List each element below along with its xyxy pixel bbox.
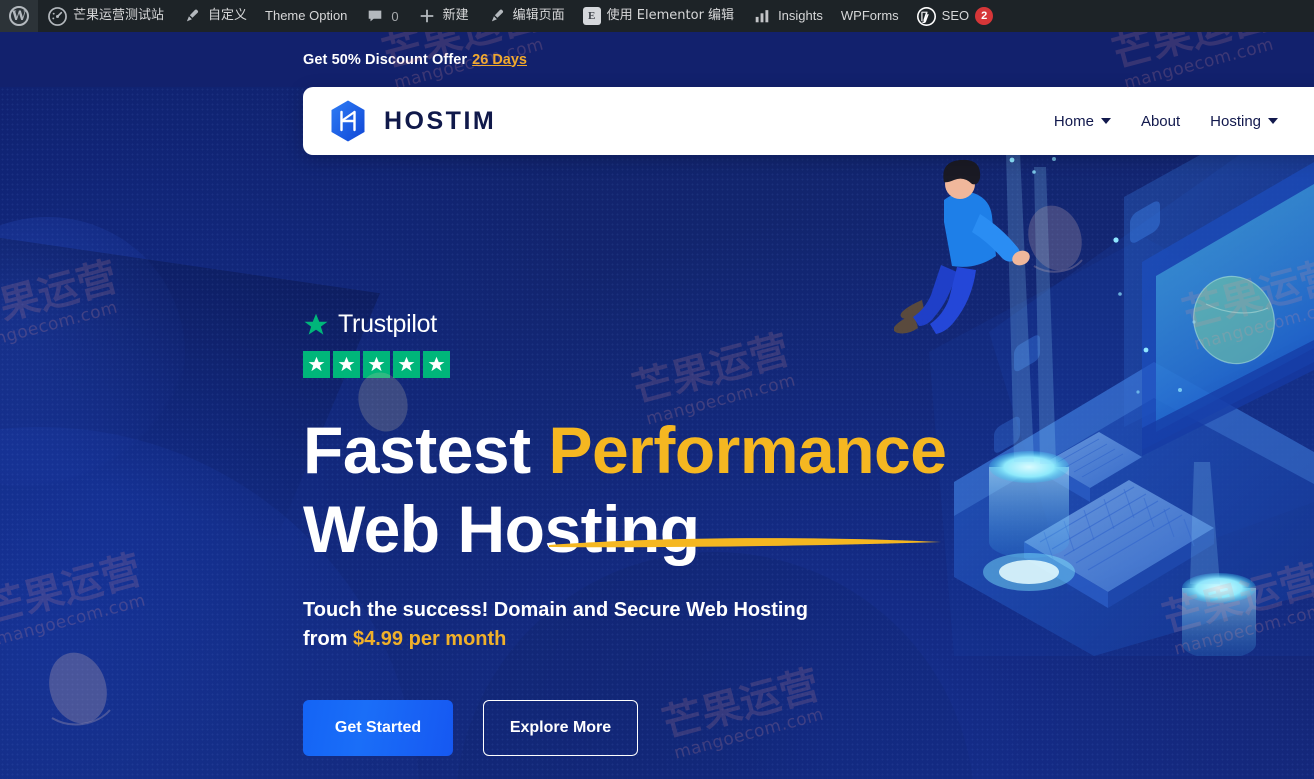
headline-highlight: Performance xyxy=(548,411,947,548)
rating-star-icon xyxy=(303,351,330,378)
pencil-icon xyxy=(487,6,507,26)
nav-item-hosting[interactable]: Hosting xyxy=(1210,113,1278,130)
hero-cta-row: Get Started Explore More xyxy=(303,700,983,757)
hero-subtitle: Touch the success! Domain and Secure Web… xyxy=(303,596,983,654)
admin-bar-item-new[interactable]: 新建 xyxy=(408,0,478,32)
hero-subtitle-line-1: Touch the success! Domain and Secure Web… xyxy=(303,599,808,622)
admin-bar-insights-label: Insights xyxy=(778,8,823,23)
hero-subtitle-prefix: from xyxy=(303,628,353,651)
bar-chart-icon xyxy=(752,6,772,26)
brand-logo-link[interactable]: HOSTIM xyxy=(326,99,496,143)
admin-bar-item-comments[interactable]: 0 xyxy=(356,0,407,32)
admin-bar-item-site-name[interactable]: 芒果运营测试站 xyxy=(38,0,173,32)
rating-star-icon xyxy=(363,351,390,378)
admin-bar-seo-label: SEO xyxy=(941,8,970,23)
elementor-icon: E xyxy=(582,7,601,25)
admin-bar-item-seo[interactable]: SEO 2 xyxy=(908,0,1003,32)
discount-banner-text: Get 50% Discount Offer xyxy=(303,51,468,68)
trustpilot-star-icon xyxy=(303,312,329,338)
admin-bar-new-label: 新建 xyxy=(442,8,469,23)
chevron-down-icon xyxy=(1268,118,1278,124)
admin-bar-item-edit-page[interactable]: 编辑页面 xyxy=(478,0,574,32)
admin-bar-item-elementor-edit[interactable]: E 使用 Elementor 编辑 xyxy=(574,0,743,32)
admin-bar-theme-option-label: Theme Option xyxy=(265,8,348,23)
paintbrush-icon xyxy=(182,6,202,26)
rating-star-icon xyxy=(423,351,450,378)
admin-bar-edit-page-label: 编辑页面 xyxy=(512,8,565,23)
wordpress-admin-bar: W 芒果运营测试站 自定义 Theme Option 0 新建 编辑页面 E 使… xyxy=(0,0,1314,32)
hero-headline: Fastest Performance Web Hosting xyxy=(303,411,983,569)
hero-section: Trustpilot Fastest Performance Web Hosti… xyxy=(0,155,1314,779)
hero-content: Trustpilot Fastest Performance Web Hosti… xyxy=(303,310,983,757)
admin-bar-customize-label: 自定义 xyxy=(208,8,248,23)
dashboard-speedometer-icon xyxy=(47,6,67,26)
discount-banner: Get 50% Discount Offer 26 Days xyxy=(0,32,1314,87)
rating-star-icon xyxy=(333,351,360,378)
nav-item-hosting-label: Hosting xyxy=(1210,112,1261,130)
get-started-button[interactable]: Get Started xyxy=(303,700,453,757)
hexagon-h-logo-icon xyxy=(326,99,370,143)
nav-item-about-label: About xyxy=(1140,112,1181,130)
discount-banner-link[interactable]: 26 Days xyxy=(472,52,527,68)
main-navigation: Home About Hosting xyxy=(1054,113,1278,130)
headline-underline-stroke xyxy=(546,488,944,548)
hero-price-text: $4.99 per month xyxy=(353,628,507,651)
admin-bar-item-insights[interactable]: Insights xyxy=(743,0,832,32)
explore-more-button[interactable]: Explore More xyxy=(483,700,638,757)
nav-item-home-label: Home xyxy=(1053,112,1094,130)
brand-name-text: HOSTIM xyxy=(384,106,497,135)
wordpress-logo-icon: W xyxy=(9,6,29,26)
seo-notification-badge: 2 xyxy=(975,7,994,25)
headline-highlight-text: Performance xyxy=(548,413,947,487)
admin-bar-elementor-label: 使用 Elementor 编辑 xyxy=(606,8,735,23)
site-viewport: Get 50% Discount Offer 26 Days HOSTIM Ho… xyxy=(0,32,1314,779)
trustpilot-wordmark: Trustpilot xyxy=(338,310,437,338)
admin-bar-site-name-label: 芒果运营测试站 xyxy=(73,8,165,23)
yoast-seo-icon xyxy=(916,6,936,26)
trustpilot-star-rating xyxy=(303,351,983,378)
nav-item-home[interactable]: Home xyxy=(1054,113,1111,130)
plus-icon xyxy=(417,6,437,26)
headline-part-1: Fastest xyxy=(303,413,549,487)
chevron-down-icon xyxy=(1100,118,1111,124)
admin-bar-item-wpforms[interactable]: WPForms xyxy=(832,0,908,32)
nav-item-about[interactable]: About xyxy=(1141,113,1180,130)
admin-bar-comment-count: 0 xyxy=(391,8,399,24)
rating-star-icon xyxy=(393,351,420,378)
site-header: HOSTIM Home About Hosting xyxy=(303,87,1314,155)
admin-bar-item-theme-option[interactable]: Theme Option xyxy=(256,0,356,32)
trustpilot-logo: Trustpilot xyxy=(303,310,983,339)
admin-bar-wpforms-label: WPForms xyxy=(840,8,899,23)
admin-bar-item-wordpress-logo[interactable]: W xyxy=(0,0,38,32)
comment-bubble-icon xyxy=(365,6,385,26)
admin-bar-item-customize[interactable]: 自定义 xyxy=(173,0,256,32)
